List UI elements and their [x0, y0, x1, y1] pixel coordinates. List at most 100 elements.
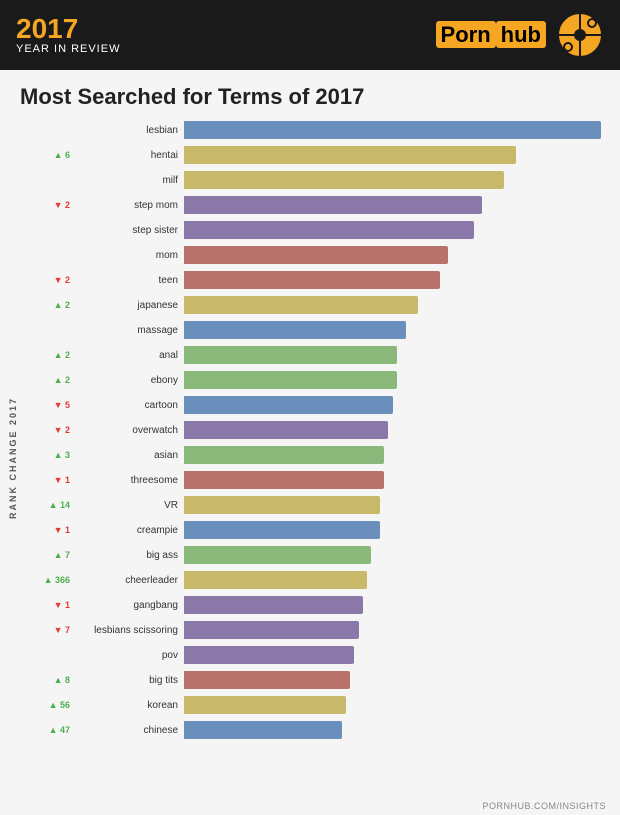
bar-label: teen	[74, 275, 184, 286]
bar-label: chinese	[74, 725, 184, 736]
bar	[184, 696, 346, 714]
bar-label: ebony	[74, 375, 184, 386]
bar-row: ▼ 1 threesome	[22, 468, 610, 492]
bar-row: ▲ 7 big ass	[22, 543, 610, 567]
header: 2017 YEAR IN REVIEW Pornhub	[0, 0, 620, 70]
rank-change: ▲ 366	[22, 575, 74, 585]
bar-row: ▲ 2 ebony	[22, 368, 610, 392]
bar-row: ▲ 2 anal	[22, 343, 610, 367]
bar-label: massage	[74, 325, 184, 336]
bar-wrapper	[184, 221, 610, 239]
bar-wrapper	[184, 271, 610, 289]
bar-wrapper	[184, 371, 610, 389]
bar-row: ▼ 1 creampie	[22, 518, 610, 542]
year-title: 2017	[16, 15, 120, 43]
rank-change: ▲ 7	[22, 550, 74, 560]
bar-row: ▲ 2 japanese	[22, 293, 610, 317]
footer-url: PORNHUB.COM/INSIGHTS	[0, 798, 620, 815]
bar-label: step sister	[74, 225, 184, 236]
bar	[184, 446, 384, 464]
main-title: Most Searched for Terms of 2017	[0, 70, 620, 118]
bar-label: pov	[74, 650, 184, 661]
bar-wrapper	[184, 396, 610, 414]
bar-label: korean	[74, 700, 184, 711]
bar-wrapper	[184, 446, 610, 464]
bar-wrapper	[184, 421, 610, 439]
bar	[184, 296, 418, 314]
bar-label: VR	[74, 500, 184, 511]
y-axis-label: RANK CHANGE 2017	[4, 397, 22, 519]
bar-wrapper	[184, 196, 610, 214]
rank-change: ▲ 47	[22, 725, 74, 735]
bar-row: mom	[22, 243, 610, 267]
bar-row: ▲ 14 VR	[22, 493, 610, 517]
bar-wrapper	[184, 246, 610, 264]
bar	[184, 396, 393, 414]
bar-wrapper	[184, 546, 610, 564]
bar-label: lesbian	[74, 125, 184, 136]
rank-change: ▼ 1	[22, 525, 74, 535]
bar-row: ▼ 5 cartoon	[22, 393, 610, 417]
bar-wrapper	[184, 296, 610, 314]
bar-wrapper	[184, 346, 610, 364]
bar-label: milf	[74, 175, 184, 186]
rank-change: ▼ 2	[22, 200, 74, 210]
bar	[184, 371, 397, 389]
bar-label: step mom	[74, 200, 184, 211]
bar-label: big ass	[74, 550, 184, 561]
bar	[184, 121, 601, 139]
logo-icon	[556, 11, 604, 59]
bar-row: ▲ 366 cheerleader	[22, 568, 610, 592]
bar	[184, 721, 342, 739]
rank-change: ▼ 2	[22, 275, 74, 285]
rank-change: ▼ 5	[22, 400, 74, 410]
rank-change: ▼ 1	[22, 600, 74, 610]
logo-text-before: Porn	[436, 21, 496, 48]
bar	[184, 421, 388, 439]
bar-row: milf	[22, 168, 610, 192]
bar-label: big tits	[74, 675, 184, 686]
bar-wrapper	[184, 621, 610, 639]
bar-row: ▼ 2 teen	[22, 268, 610, 292]
bar-wrapper	[184, 171, 610, 189]
bar-label: gangbang	[74, 600, 184, 611]
bar	[184, 521, 380, 539]
rank-change: ▲ 14	[22, 500, 74, 510]
bar	[184, 496, 380, 514]
bar-label: cartoon	[74, 400, 184, 411]
bar-wrapper	[184, 521, 610, 539]
bar-row: ▲ 3 asian	[22, 443, 610, 467]
bar	[184, 221, 474, 239]
chart-container: RANK CHANGE 2017 lesbian ▲ 6 hentai milf…	[0, 118, 620, 798]
bar-row: step sister	[22, 218, 610, 242]
bar-row: ▼ 2 step mom	[22, 193, 610, 217]
bar-row: lesbian	[22, 118, 610, 142]
bar-wrapper	[184, 571, 610, 589]
bar-wrapper	[184, 496, 610, 514]
bar-wrapper	[184, 596, 610, 614]
rank-change: ▲ 8	[22, 675, 74, 685]
bar-row: ▲ 6 hentai	[22, 143, 610, 167]
bar-wrapper	[184, 671, 610, 689]
bar	[184, 671, 350, 689]
bar-label: asian	[74, 450, 184, 461]
bar-wrapper	[184, 696, 610, 714]
bar-wrapper	[184, 471, 610, 489]
bar	[184, 571, 367, 589]
rank-change: ▲ 56	[22, 700, 74, 710]
rank-change: ▼ 1	[22, 475, 74, 485]
bar-label: threesome	[74, 475, 184, 486]
bar	[184, 171, 504, 189]
bar	[184, 471, 384, 489]
bar	[184, 196, 482, 214]
bar-label: hentai	[74, 150, 184, 161]
bar-label: cheerleader	[74, 575, 184, 586]
bar-row: ▲ 8 big tits	[22, 668, 610, 692]
pornhub-logo: Pornhub	[436, 22, 546, 48]
bar-row: pov	[22, 643, 610, 667]
bar-row: ▲ 56 korean	[22, 693, 610, 717]
rank-change: ▲ 2	[22, 300, 74, 310]
bar-row: ▼ 2 overwatch	[22, 418, 610, 442]
bar-label: overwatch	[74, 425, 184, 436]
bar-row: massage	[22, 318, 610, 342]
